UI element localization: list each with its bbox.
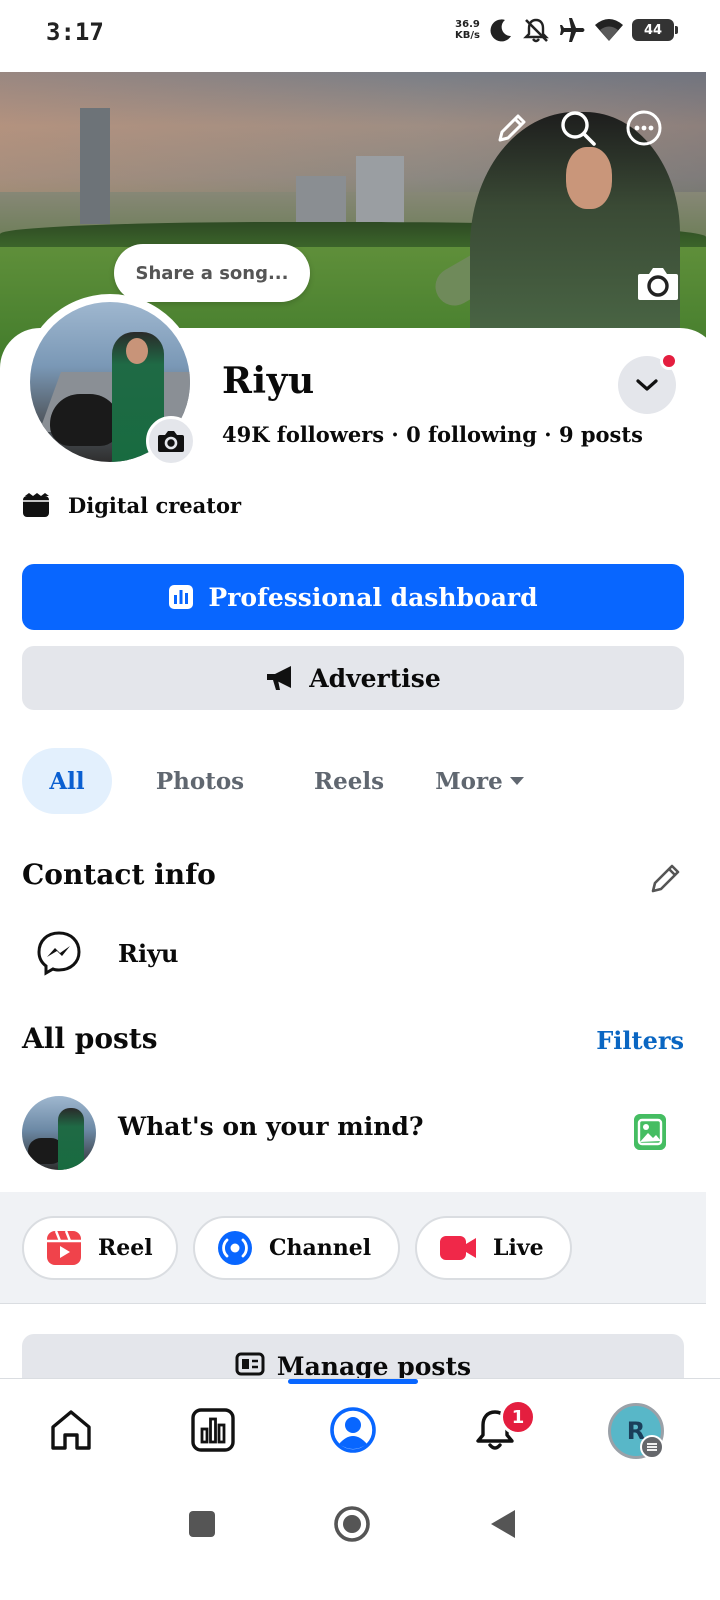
avatar-bike — [50, 394, 120, 446]
tab-more[interactable]: More — [410, 748, 550, 814]
status-time: 3:17 — [46, 18, 104, 46]
nav-profile[interactable] — [328, 1405, 378, 1455]
home-icon — [51, 1410, 91, 1450]
contact-info-title: Contact info — [22, 858, 216, 891]
active-tab-indicator — [288, 1379, 418, 1384]
create-channel-button[interactable]: Channel — [193, 1216, 400, 1280]
go-live-label: Live — [493, 1235, 544, 1261]
back-triangle-icon[interactable] — [488, 1508, 518, 1540]
notification-badge: 1 — [500, 1399, 536, 1435]
messenger-icon — [37, 931, 81, 976]
battery-icon: 44 — [632, 19, 678, 41]
net-speed-value: 36.9 — [455, 19, 480, 30]
dashboard-label: Professional dashboard — [208, 582, 538, 612]
profile-name: Riyu — [222, 360, 315, 402]
cover-building — [356, 156, 404, 224]
menu-hamburger-icon — [640, 1435, 664, 1459]
recents-square-icon[interactable] — [188, 1510, 216, 1538]
go-live-button[interactable]: Live — [415, 1216, 572, 1280]
cover-building — [296, 176, 346, 222]
create-reel-label: Reel — [98, 1235, 153, 1261]
edit-pencil-icon[interactable] — [490, 106, 534, 150]
post-composer[interactable]: What's on your mind? — [0, 1092, 706, 1188]
advertise-label: Advertise — [309, 663, 441, 693]
bottom-nav: 1 R — [0, 1378, 720, 1486]
moon-icon — [490, 19, 511, 42]
caret-down-icon — [509, 777, 524, 785]
followers-count[interactable]: 49K followers — [222, 422, 384, 447]
create-reel-button[interactable]: Reel — [22, 1216, 178, 1280]
create-options-strip: Reel Channel Live — [0, 1192, 706, 1304]
professional-dashboard-button[interactable]: Professional dashboard — [22, 564, 684, 630]
status-bar: 3:17 36.9 KB/s 44 — [0, 0, 720, 72]
bell-off-icon — [523, 18, 549, 43]
airplane-icon — [560, 18, 585, 42]
posts-count: 9 posts — [558, 422, 643, 447]
cover-face — [566, 147, 612, 209]
tab-photos[interactable]: Photos — [112, 748, 288, 814]
composer-avatar — [22, 1096, 96, 1170]
home-circle-icon[interactable] — [333, 1505, 371, 1543]
tab-reels[interactable]: Reels — [288, 748, 410, 814]
clapperboard-icon — [23, 493, 49, 517]
chevron-down-icon — [636, 379, 658, 391]
advertise-button[interactable]: Advertise — [22, 646, 684, 710]
net-speed: 36.9 KB/s — [455, 19, 480, 41]
wifi-icon — [595, 19, 623, 41]
net-speed-unit: KB/s — [455, 30, 480, 41]
tab-more-label: More — [435, 767, 503, 795]
category-label: Digital creator — [68, 492, 242, 518]
cover-building — [80, 108, 110, 224]
avatar-face — [126, 338, 148, 364]
status-icons: 36.9 KB/s 44 — [455, 16, 678, 44]
system-nav-bar — [0, 1486, 720, 1600]
insights-icon — [191, 1408, 235, 1452]
photo-icon[interactable] — [634, 1114, 666, 1150]
stats-separator: · — [537, 422, 559, 447]
avatar-camera-icon[interactable] — [146, 416, 196, 466]
stats-separator: · — [384, 422, 407, 447]
nav-insights[interactable] — [188, 1405, 238, 1455]
tab-all[interactable]: All — [22, 748, 112, 814]
all-posts-title: All posts — [22, 1022, 158, 1055]
megaphone-icon — [267, 666, 292, 690]
manage-posts-icon — [235, 1352, 265, 1376]
messenger-name: Riyu — [118, 938, 179, 968]
search-icon[interactable] — [556, 106, 600, 150]
profile-tabs: All Photos Reels More — [22, 748, 550, 814]
edit-contact-icon[interactable] — [648, 860, 684, 896]
messenger-contact-row[interactable]: Riyu — [36, 930, 178, 976]
more-dots-icon[interactable] — [622, 106, 666, 150]
filters-link[interactable]: Filters — [596, 1026, 684, 1055]
composer-placeholder[interactable]: What's on your mind? — [118, 1112, 424, 1141]
nav-home[interactable] — [46, 1405, 96, 1455]
live-video-icon — [440, 1236, 476, 1260]
channel-icon — [218, 1231, 252, 1265]
manage-posts-label: Manage posts — [276, 1352, 472, 1381]
share-song-bubble[interactable]: Share a song... — [114, 244, 310, 302]
profile-icon — [330, 1407, 376, 1453]
dashboard-chart-icon — [169, 585, 194, 609]
reel-icon — [47, 1230, 81, 1265]
following-count[interactable]: 0 following — [406, 422, 537, 447]
create-channel-label: Channel — [269, 1235, 372, 1261]
category-row: Digital creator — [22, 492, 241, 518]
camera-icon[interactable] — [636, 264, 680, 304]
profile-stats: 49K followers · 0 following · 9 posts — [222, 422, 643, 447]
notification-dot — [660, 352, 678, 370]
composer-avatar-person — [58, 1108, 84, 1170]
